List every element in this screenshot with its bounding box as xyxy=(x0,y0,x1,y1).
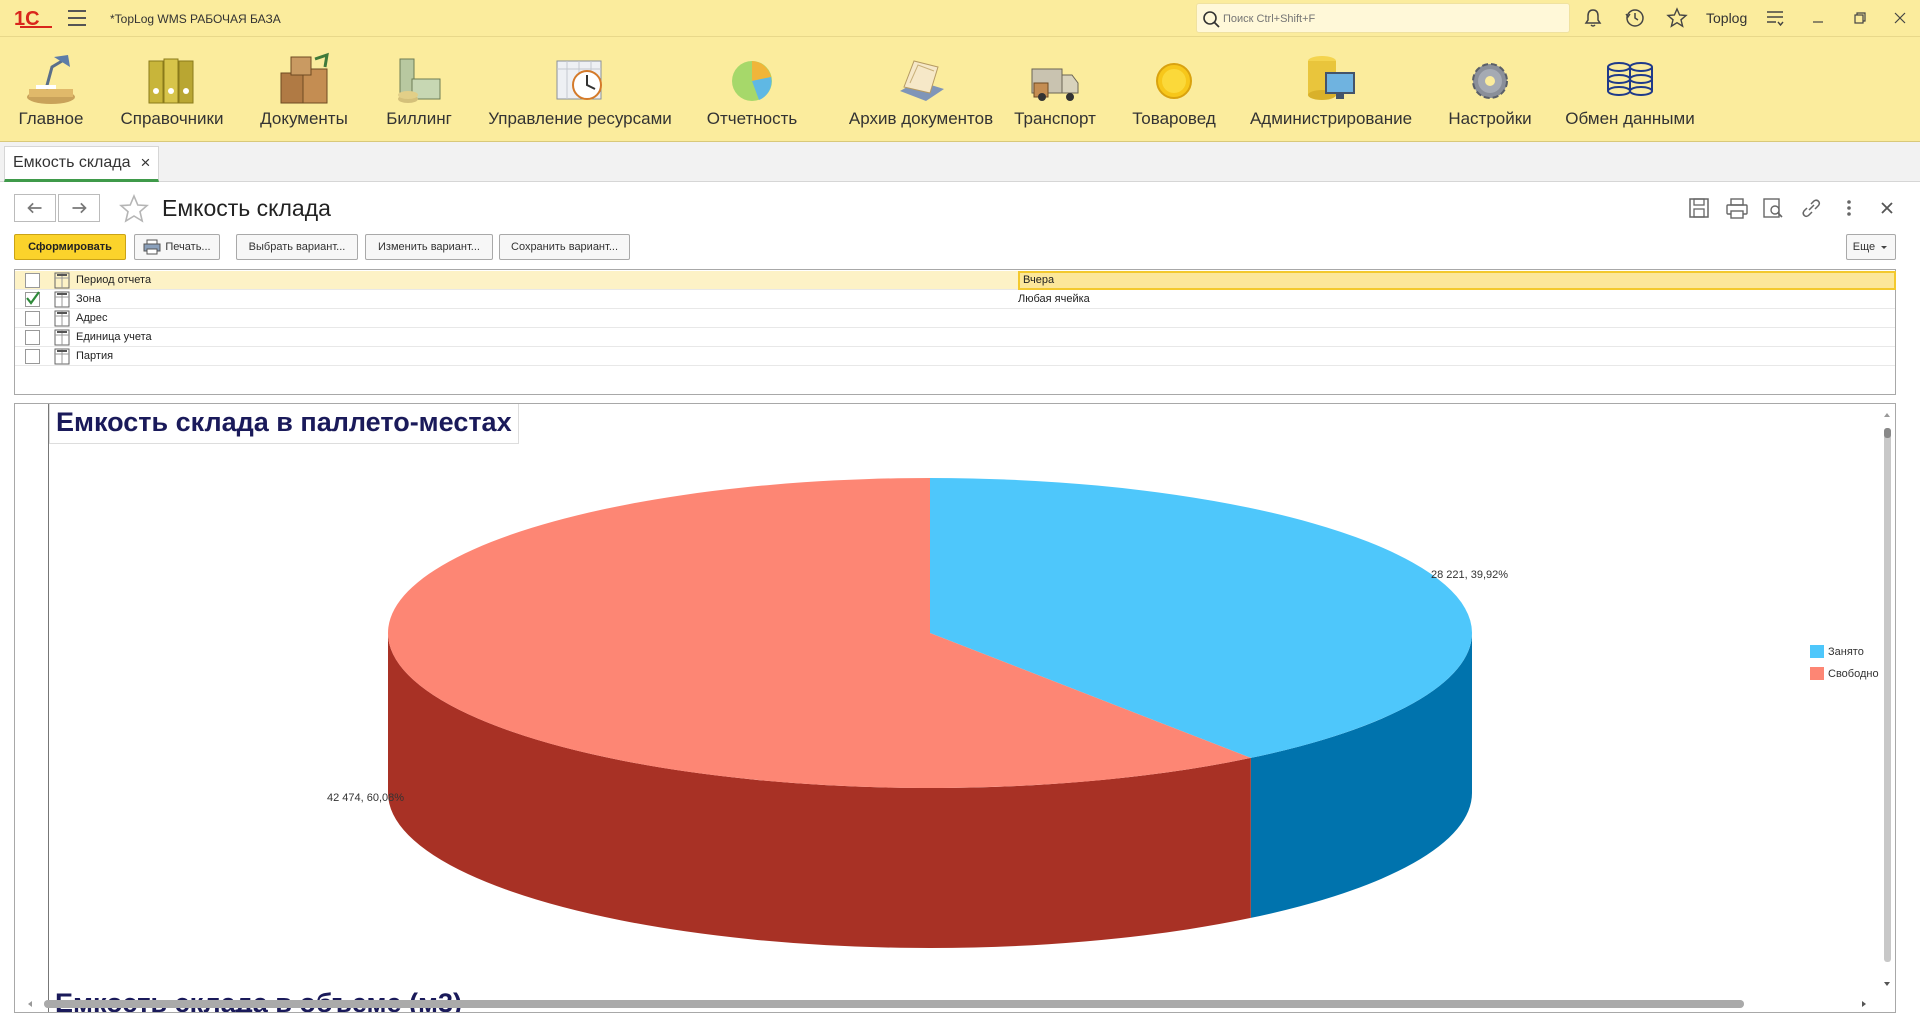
sections-panel: Главное Справочники Документы Биллинг Уп… xyxy=(0,36,1920,142)
add-to-favorites-icon[interactable] xyxy=(118,194,150,224)
global-search[interactable] xyxy=(1196,3,1570,33)
report-settings-table: Период отчета Вчера Зона Любая ячейка Ад… xyxy=(14,269,1896,395)
open-windows-panel: Емкость склада × xyxy=(0,142,1920,182)
title-bar: 1С *TopLog WMS РАБОЧАЯ БАЗА Toplog xyxy=(0,0,1920,36)
section-document-archive[interactable]: Архив документов xyxy=(832,37,1010,143)
history-icon[interactable] xyxy=(1624,7,1646,29)
money-icon xyxy=(398,58,441,103)
print-icon[interactable] xyxy=(1724,196,1750,220)
search-icon xyxy=(1203,11,1220,28)
parameter-icon xyxy=(54,272,70,289)
setting-value[interactable]: Любая ячейка xyxy=(1018,293,1090,305)
section-catalogs[interactable]: Справочники xyxy=(120,37,224,143)
section-billing[interactable]: Биллинг xyxy=(384,37,454,143)
gear-icon xyxy=(1472,63,1508,99)
chevron-down-icon xyxy=(1881,246,1888,249)
section-documents[interactable]: Документы xyxy=(258,37,350,143)
back-button[interactable] xyxy=(14,194,56,222)
pie-data-label: 28 221, 39,92% xyxy=(1431,569,1508,581)
app-title: *TopLog WMS РАБОЧАЯ БАЗА xyxy=(110,12,281,26)
bell-icon[interactable] xyxy=(1582,7,1604,29)
section-merchandiser[interactable]: Товаровед xyxy=(1132,37,1216,143)
settings-row[interactable]: Адрес xyxy=(15,309,1895,328)
setting-checkbox[interactable] xyxy=(25,291,40,307)
favorites-star-icon[interactable] xyxy=(1666,7,1688,29)
pie-chart-icon xyxy=(732,61,772,101)
legend-label: Занято xyxy=(1828,646,1864,658)
section-resource-management[interactable]: Управление ресурсами xyxy=(488,37,672,143)
main-menu-icon[interactable] xyxy=(68,10,86,26)
checkmark-icon xyxy=(26,291,40,305)
section-main[interactable]: Главное xyxy=(16,37,86,143)
save-variant-button[interactable]: Сохранить вариант... xyxy=(499,234,630,260)
search-input[interactable] xyxy=(1223,10,1543,28)
settings-row[interactable]: Партия xyxy=(15,347,1895,366)
setting-checkbox[interactable] xyxy=(25,330,40,345)
parameter-icon xyxy=(54,310,70,327)
parameter-icon xyxy=(54,348,70,365)
more-button[interactable]: Еще xyxy=(1846,234,1896,260)
settings-row[interactable]: Период отчета Вчера xyxy=(15,271,1896,290)
setting-checkbox[interactable] xyxy=(25,311,40,326)
pie-data-label: 42 474, 60,08% xyxy=(327,792,404,804)
setting-checkbox[interactable] xyxy=(25,273,40,288)
change-variant-button[interactable]: Изменить вариант... xyxy=(365,234,493,260)
tab-warehouse-capacity[interactable]: Емкость склада × xyxy=(4,146,160,182)
save-icon[interactable] xyxy=(1686,196,1712,220)
form-title: Емкость склада xyxy=(162,195,331,221)
generate-button[interactable]: Сформировать xyxy=(14,234,126,260)
parameter-icon xyxy=(54,291,70,308)
settings-row[interactable]: Единица учета xyxy=(15,328,1895,347)
setting-value-field[interactable]: Вчера xyxy=(1018,271,1896,290)
1c-logo-icon[interactable]: 1С xyxy=(14,6,54,30)
close-window-icon[interactable] xyxy=(1888,6,1912,30)
section-reports[interactable]: Отчетность xyxy=(706,37,798,143)
legend-swatch xyxy=(1810,645,1824,658)
restore-icon[interactable] xyxy=(1848,6,1872,30)
section-transport[interactable]: Транспорт xyxy=(1012,37,1098,143)
forward-button[interactable] xyxy=(58,194,100,222)
preview-icon[interactable] xyxy=(1760,196,1786,220)
horizontal-scrollbar[interactable] xyxy=(14,994,1882,1014)
printer-icon xyxy=(143,239,161,255)
user-name[interactable]: Toplog xyxy=(1706,10,1747,26)
choose-variant-button[interactable]: Выбрать вариант... xyxy=(236,234,358,260)
minimize-icon[interactable] xyxy=(1806,6,1830,30)
truck-icon xyxy=(1031,68,1079,101)
close-tab-icon[interactable]: × xyxy=(141,153,151,173)
setting-checkbox[interactable] xyxy=(25,349,40,364)
section-settings[interactable]: Настройки xyxy=(1446,37,1534,143)
section-administration[interactable]: Администрирование xyxy=(1250,37,1412,143)
legend-label: Свободно xyxy=(1828,668,1879,680)
archive-icon xyxy=(900,60,944,101)
parameter-icon xyxy=(54,329,70,346)
resources-clock-icon xyxy=(556,60,602,100)
section-data-exchange[interactable]: Обмен данными xyxy=(1565,37,1695,143)
more-actions-icon[interactable] xyxy=(1836,196,1862,220)
vertical-scrollbar[interactable] xyxy=(1881,412,1893,992)
print-button[interactable]: Печать... xyxy=(134,234,220,260)
report-spreadsheet[interactable]: Емкость склада в паллето-местах 28 221, … xyxy=(14,403,1896,1013)
desk-lamp-icon xyxy=(27,55,75,104)
data-exchange-icon xyxy=(1607,62,1653,96)
binders-icon xyxy=(148,58,194,104)
pie-chart[interactable]: 28 221, 39,92% 42 474, 60,08% Занято Свобод… xyxy=(15,404,1895,1013)
documents-boxes-icon xyxy=(280,52,329,104)
legend-swatch xyxy=(1810,667,1824,680)
link-icon[interactable] xyxy=(1798,196,1824,220)
coin-icon xyxy=(1156,63,1192,99)
close-form-icon[interactable] xyxy=(1874,196,1900,220)
settings-row[interactable]: Зона Любая ячейка xyxy=(15,290,1895,309)
database-monitor-icon xyxy=(1308,56,1355,100)
settings-menu-icon[interactable] xyxy=(1764,7,1786,29)
